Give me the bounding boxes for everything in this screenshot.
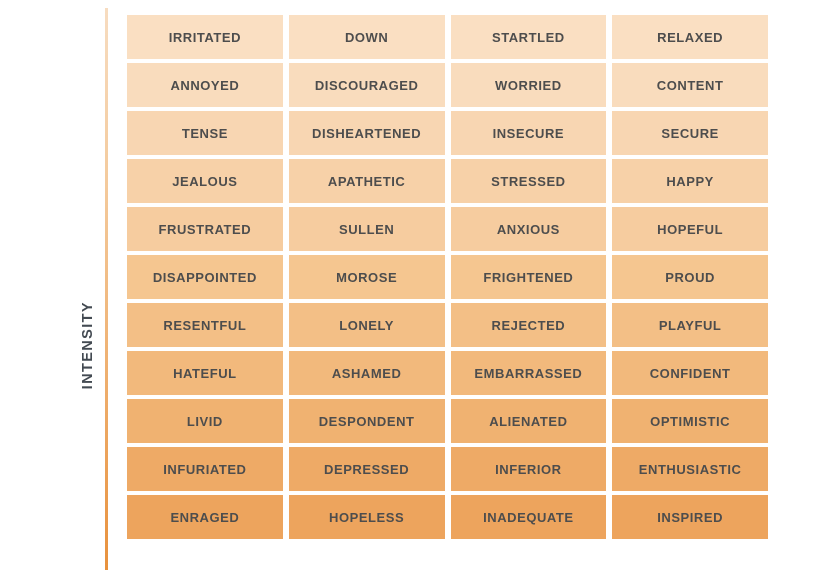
emotion-cell: DISAPPOINTED (127, 255, 283, 299)
emotion-word-grid: IRRITATED DOWN STARTLED RELAXED ANNOYED DISCO… (127, 15, 768, 539)
emotion-cell-label: HATEFUL (173, 365, 237, 381)
emotion-cell: ANNOYED (127, 63, 283, 107)
emotion-cell: INADEQUATE (450, 495, 607, 539)
emotion-cell: RELAXED (612, 15, 768, 59)
emotion-cell-label: CONFIDENT (649, 365, 731, 381)
emotion-cell-label: PROUD (665, 269, 715, 285)
intensity-gradient-axis-line (105, 8, 108, 570)
emotion-cell: INFERIOR (450, 447, 607, 491)
emotion-cell: CONTENT (612, 63, 768, 107)
intensity-axis-label: INTENSITY (0, 270, 96, 420)
emotion-cell: INSECURE (450, 111, 607, 155)
emotion-cell: HOPELESS (288, 495, 445, 539)
emotion-cell: REJECTED (450, 303, 607, 347)
emotion-cell: INFURIATED (127, 447, 283, 491)
intensity-axis-label-text: INTENSITY (80, 300, 96, 390)
emotion-cell-label: DOWN (344, 29, 389, 45)
emotion-cell-label: MOROSE (336, 269, 398, 285)
emotion-cell: DEPRESSED (288, 447, 445, 491)
emotion-cell-label: WORRIED (495, 77, 562, 93)
emotion-cell-label: STARTLED (491, 29, 565, 45)
emotion-cell-label: APATHETIC (327, 173, 406, 189)
emotion-cell: ANXIOUS (450, 207, 607, 251)
emotion-cell: RESENTFUL (127, 303, 283, 347)
emotion-cell: WORRIED (450, 63, 607, 107)
emotion-cell: ENRAGED (127, 495, 283, 539)
emotion-cell: STRESSED (450, 159, 607, 203)
emotion-cell-label: FRUSTRATED (158, 221, 252, 237)
emotion-cell-label: ENTHUSIASTIC (638, 461, 742, 477)
emotion-cell-label: RELAXED (657, 29, 724, 45)
emotion-cell-label: IRRITATED (168, 29, 242, 45)
emotion-cell-label: HOPEFUL (657, 221, 724, 237)
emotion-cell: ENTHUSIASTIC (612, 447, 768, 491)
emotion-cell: IRRITATED (127, 15, 283, 59)
emotion-cell: JEALOUS (127, 159, 283, 203)
emotion-cell: INSPIRED (612, 495, 768, 539)
emotion-cell: DOWN (288, 15, 445, 59)
emotion-cell-label: STRESSED (491, 173, 566, 189)
emotion-cell: SECURE (612, 111, 768, 155)
emotion-cell-label: LONELY (339, 317, 395, 333)
emotion-cell-label: DEPRESSED (324, 461, 410, 477)
emotion-cell-label: DISCOURAGED (314, 77, 419, 93)
emotion-cell-label: RESENTFUL (163, 317, 247, 333)
emotion-cell: DISHEARTENED (288, 111, 445, 155)
emotion-cell: MOROSE (288, 255, 445, 299)
emotion-cell-label: EMBARRASSED (474, 365, 583, 381)
emotion-cell: FRUSTRATED (127, 207, 283, 251)
emotion-cell: TENSE (127, 111, 283, 155)
emotion-cell: DESPONDENT (288, 399, 445, 443)
emotion-cell-label: INFURIATED (163, 461, 247, 477)
emotion-cell-label: FRIGHTENED (483, 269, 574, 285)
emotion-cell: STARTLED (450, 15, 607, 59)
emotion-cell-label: CONTENT (656, 77, 724, 93)
emotion-cell: EMBARRASSED (450, 351, 607, 395)
emotion-cell: OPTIMISTIC (612, 399, 768, 443)
emotion-cell-label: PLAYFUL (658, 317, 722, 333)
emotion-cell: FRIGHTENED (450, 255, 607, 299)
emotion-cell-label: REJECTED (491, 317, 566, 333)
emotion-cell-label: ENRAGED (170, 509, 240, 525)
emotion-cell: APATHETIC (288, 159, 445, 203)
emotion-cell-label: OPTIMISTIC (650, 413, 731, 429)
emotion-cell: HATEFUL (127, 351, 283, 395)
emotion-cell: PLAYFUL (612, 303, 768, 347)
emotion-cell-label: ANNOYED (170, 77, 240, 93)
emotion-cell: HAPPY (612, 159, 768, 203)
emotion-cell: DISCOURAGED (288, 63, 445, 107)
emotion-intensity-chart: INTENSITY IRRITATED DOWN STARTLED RELAXED AN… (0, 0, 840, 570)
emotion-cell-label: DESPONDENT (318, 413, 415, 429)
emotion-cell-label: INFERIOR (495, 461, 562, 477)
emotion-cell: LIVID (127, 399, 283, 443)
emotion-cell: ALIENATED (450, 399, 607, 443)
emotion-cell-label: SECURE (661, 125, 719, 141)
emotion-cell-label: ANXIOUS (496, 221, 560, 237)
emotion-cell-label: LIVID (186, 413, 223, 429)
emotion-cell: PROUD (612, 255, 768, 299)
emotion-cell-label: INADEQUATE (483, 509, 574, 525)
emotion-cell-label: JEALOUS (172, 173, 238, 189)
emotion-cell: CONFIDENT (612, 351, 768, 395)
emotion-cell-label: DISHEARTENED (312, 125, 422, 141)
emotion-cell: ASHAMED (288, 351, 445, 395)
emotion-cell: LONELY (288, 303, 445, 347)
emotion-cell: SULLEN (288, 207, 445, 251)
emotion-cell-label: DISAPPOINTED (152, 269, 257, 285)
emotion-cell-label: INSPIRED (657, 509, 724, 525)
emotion-cell-label: HOPELESS (329, 509, 405, 525)
emotion-cell-label: HAPPY (666, 173, 714, 189)
emotion-cell: HOPEFUL (612, 207, 768, 251)
emotion-cell-label: INSECURE (492, 125, 565, 141)
emotion-cell-label: SULLEN (338, 221, 395, 237)
emotion-cell-label: TENSE (181, 125, 228, 141)
emotion-cell-label: ALIENATED (489, 413, 568, 429)
emotion-cell-label: ASHAMED (331, 365, 402, 381)
